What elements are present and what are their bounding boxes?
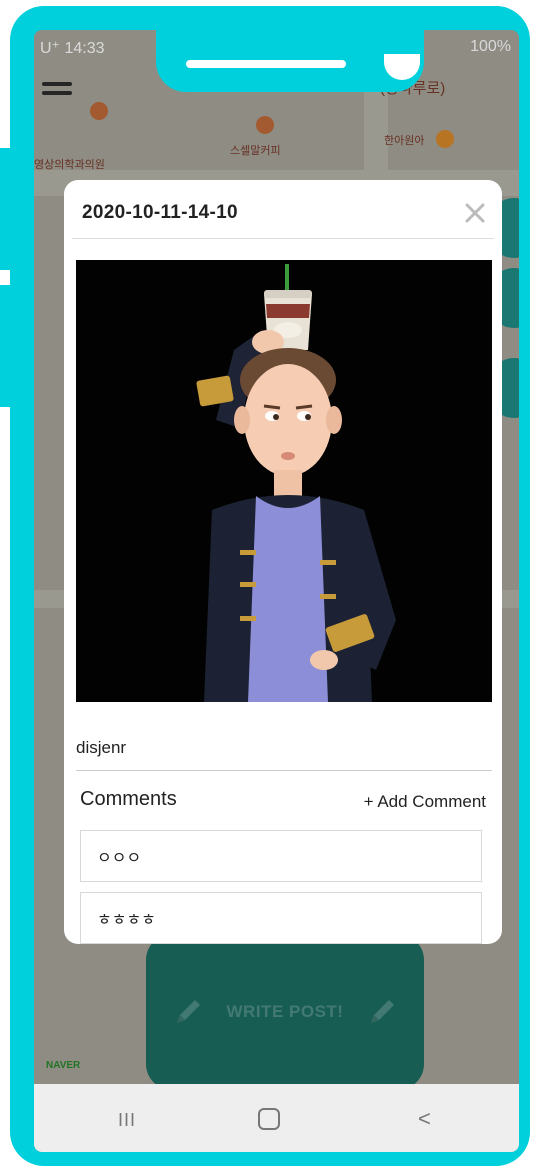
comment-text: ㅎㅎㅎㅎ [97, 912, 156, 929]
system-nav-bar: III < [34, 1084, 519, 1152]
speaker-grille [186, 60, 346, 68]
screen: U⁺ 14:33 100% 영상의학과의원 스셀말커피 (광나루로) 한아원아 … [34, 30, 519, 1152]
comment-text: ㅇㅇㅇ [97, 850, 142, 867]
phone-frame: U⁺ 14:33 100% 영상의학과의원 스셀말커피 (광나루로) 한아원아 … [10, 6, 530, 1166]
add-comment-link[interactable]: + Add Comment [364, 792, 486, 812]
recent-apps-button[interactable]: III [118, 1110, 136, 1131]
comment-item: ㅎㅎㅎㅎ [80, 892, 482, 944]
post-image [76, 260, 492, 702]
comments-heading: Comments [80, 788, 177, 810]
avatar-illustration [196, 264, 396, 702]
comment-item: ㅇㅇㅇ [80, 830, 482, 882]
post-author: disjenr [76, 738, 127, 757]
camera-notch [156, 30, 424, 92]
post-title: 2020-10-11-14-10 [82, 202, 238, 223]
post-detail-modal: 2020-10-11-14-10 disjenr Comments + Add … [64, 180, 502, 944]
title-divider [72, 238, 494, 239]
close-icon[interactable] [464, 202, 486, 224]
home-button[interactable] [258, 1108, 280, 1130]
front-camera [384, 54, 420, 80]
back-button[interactable]: < [418, 1106, 431, 1132]
author-divider [76, 770, 492, 771]
